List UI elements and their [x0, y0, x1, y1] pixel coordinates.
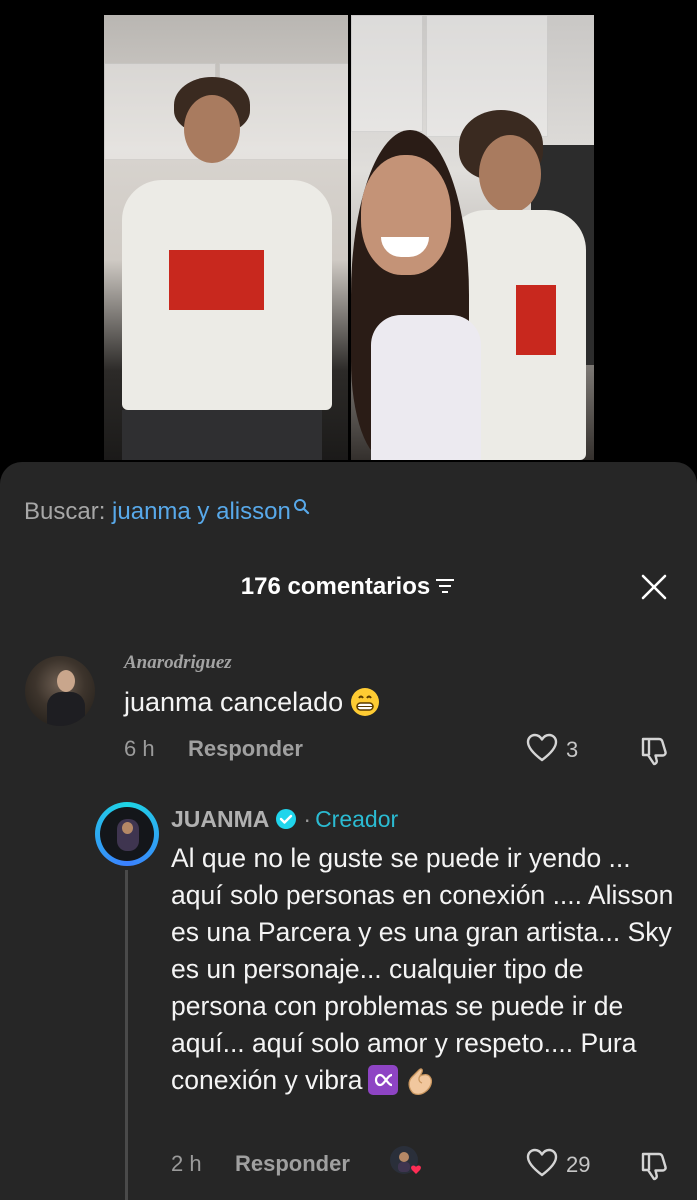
close-icon[interactable] [638, 571, 670, 603]
reply-text: Al que no le guste se puede ir yendo ...… [171, 840, 676, 1099]
reply-time: 2 h [171, 1151, 202, 1176]
video-right-pane [351, 15, 594, 460]
search-label: Buscar: [24, 498, 106, 525]
separator-dot: · [303, 806, 312, 832]
comment-text: juanma cancelado [124, 686, 381, 718]
sort-icon[interactable] [434, 577, 456, 595]
comments-header: 176 comentarios [0, 572, 697, 602]
reply-username[interactable]: JUANMA [171, 806, 269, 832]
like-count: 29 [566, 1152, 591, 1177]
reply-username-row: JUANMA · Creador [171, 805, 398, 833]
comment-time: 6 h [124, 736, 155, 761]
heart-icon[interactable] [526, 1148, 558, 1178]
dislike-icon[interactable] [639, 1149, 671, 1181]
creator-liked-avatar-icon [390, 1146, 421, 1174]
avatar[interactable] [25, 656, 95, 726]
pinching-hand-emoji-icon [407, 1068, 432, 1096]
creator-avatar[interactable] [95, 802, 159, 866]
creator-badge: Creador [315, 806, 399, 832]
comment-username[interactable]: Anarodriguez [124, 652, 232, 674]
verified-icon [276, 809, 297, 830]
video-left-pane [104, 15, 348, 460]
search-suggestion[interactable]: Buscar: juanma y alisson [24, 498, 311, 526]
comments-count-title: 176 comentarios [240, 573, 431, 600]
reply-button[interactable]: Responder [188, 736, 303, 762]
search-query-link[interactable]: juanma y alisson [112, 498, 291, 525]
reply-text-content: Al que no le guste se puede ir yendo ...… [171, 843, 674, 1095]
video-player[interactable] [0, 0, 697, 470]
comment-text-content: juanma cancelado [124, 687, 344, 717]
dislike-icon[interactable] [639, 734, 671, 766]
like-count: 3 [566, 737, 579, 762]
heart-icon[interactable] [526, 733, 558, 763]
infinity-emoji-icon [367, 1065, 398, 1095]
thread-line [125, 870, 128, 1200]
reply-button[interactable]: Responder [235, 1151, 350, 1177]
grin-emoji-icon [351, 687, 380, 716]
search-icon[interactable] [293, 498, 311, 516]
